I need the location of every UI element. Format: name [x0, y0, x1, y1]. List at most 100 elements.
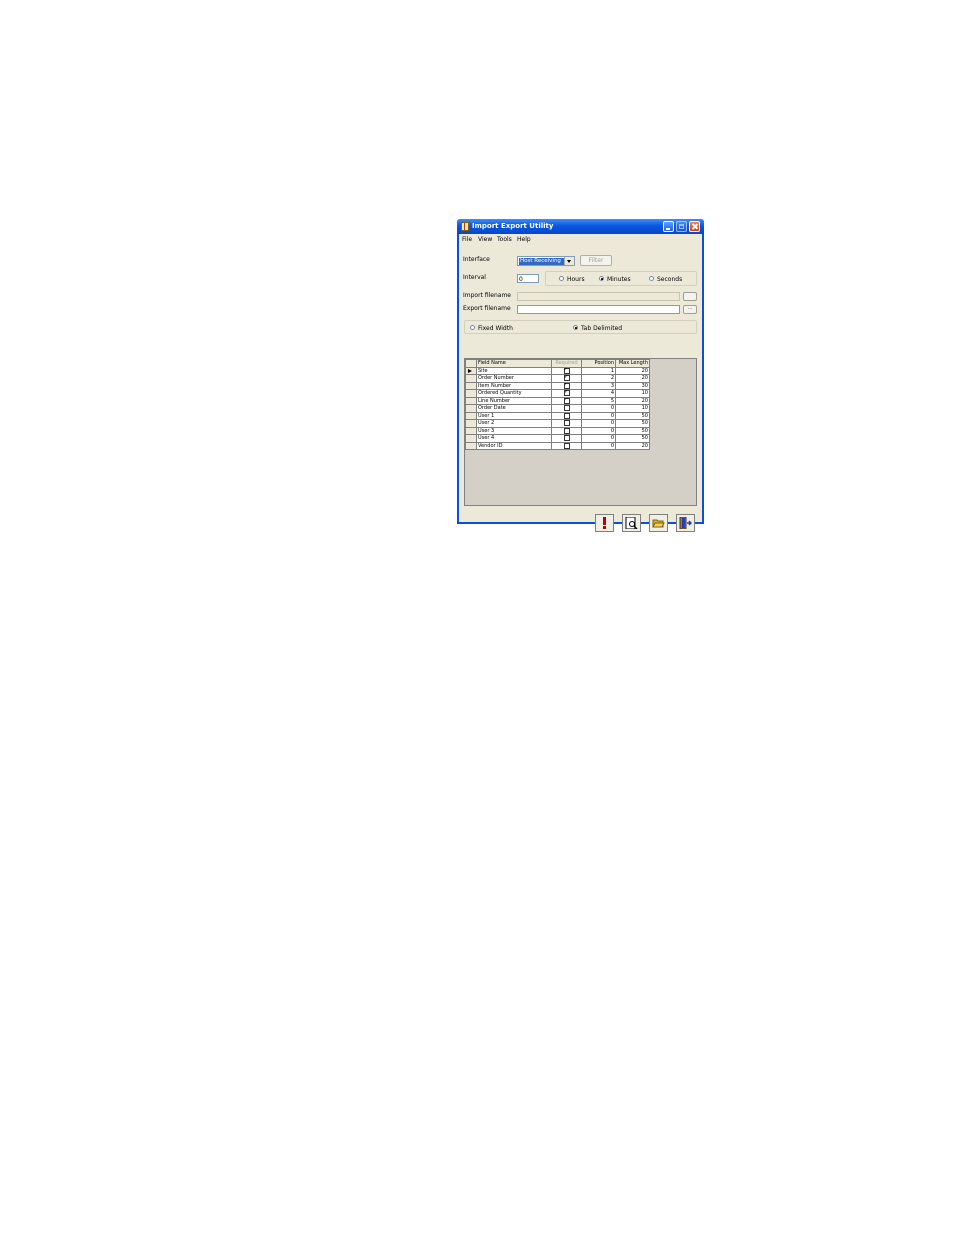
position-cell[interactable]: 1 [581, 366, 616, 375]
menu-tools[interactable]: Tools [497, 236, 512, 243]
import-filename-input[interactable] [517, 292, 680, 301]
required-checkbox[interactable] [563, 367, 570, 374]
required-checkbox[interactable] [563, 412, 570, 419]
table-row[interactable]: Item Number 330 [465, 381, 650, 390]
title-bar[interactable]: Import Export Utility [457, 219, 704, 234]
col-header-field-name[interactable]: Field Name [476, 359, 552, 368]
filter-button[interactable]: Filter [580, 255, 612, 266]
row-selector[interactable] [465, 389, 477, 398]
field-name-cell[interactable]: User 2 [476, 419, 552, 428]
required-checkbox[interactable] [563, 435, 570, 441]
field-name-cell[interactable]: User 3 [476, 426, 552, 435]
max-length-cell[interactable]: 10 [615, 404, 650, 413]
position-cell[interactable]: 4 [581, 389, 616, 398]
required-cell[interactable] [551, 366, 582, 375]
required-cell[interactable] [551, 426, 582, 435]
position-cell[interactable]: 0 [581, 426, 616, 435]
max-length-cell[interactable]: 10 [615, 389, 650, 398]
export-filename-input[interactable] [517, 305, 680, 314]
interval-input[interactable]: 0 [517, 274, 539, 283]
table-row[interactable]: User 4 0 50 [465, 434, 650, 443]
max-length-cell[interactable]: 20 [615, 441, 650, 450]
row-selector[interactable] [465, 441, 477, 450]
required-cell[interactable] [551, 419, 582, 428]
max-length-cell[interactable]: 50 [615, 434, 650, 443]
position-cell[interactable]: 0 [581, 441, 616, 450]
menu-view[interactable]: View [478, 236, 492, 243]
max-length-cell[interactable]: 20 [615, 366, 650, 375]
table-row[interactable]: Order Date 0 10 [465, 404, 650, 413]
row-selector[interactable] [465, 396, 477, 405]
row-selector[interactable] [465, 404, 477, 413]
position-cell[interactable]: 0 [581, 434, 616, 443]
field-name-cell[interactable]: Order Date [476, 404, 552, 413]
max-length-cell[interactable]: 20 [615, 396, 650, 405]
required-checkbox[interactable] [563, 397, 570, 404]
field-name-cell[interactable]: Ordered Quantity [476, 389, 552, 398]
field-name-cell[interactable]: Item Number [476, 381, 552, 390]
required-checkbox[interactable] [563, 382, 570, 389]
preview-button[interactable] [622, 514, 641, 532]
row-selector[interactable] [465, 374, 477, 383]
tab-delimited-radio[interactable] [573, 325, 578, 330]
required-cell[interactable] [551, 434, 582, 443]
required-cell[interactable] [551, 441, 582, 450]
hours-radio[interactable] [559, 276, 564, 281]
exit-button[interactable] [676, 514, 695, 532]
position-cell[interactable]: 0 [581, 404, 616, 413]
minimize-button[interactable] [663, 221, 674, 232]
field-name-cell[interactable]: User 4 [476, 434, 552, 443]
max-length-cell[interactable]: 50 [615, 426, 650, 435]
row-selector[interactable] [465, 411, 477, 420]
max-length-cell[interactable]: 30 [615, 381, 650, 390]
table-row[interactable]: User 3 0 50 [465, 426, 650, 435]
position-cell[interactable]: 3 [581, 381, 616, 390]
interface-dropdown[interactable]: Host Receiving [517, 256, 575, 266]
export-browse-button[interactable]: ... [683, 305, 697, 314]
table-row[interactable]: Site 120 [465, 366, 650, 375]
required-checkbox[interactable] [563, 420, 570, 426]
import-browse-button[interactable] [683, 292, 697, 301]
row-selector[interactable] [465, 434, 477, 443]
required-cell[interactable] [551, 411, 582, 420]
table-row[interactable]: Ordered Quantity 410 [465, 389, 650, 398]
max-length-cell[interactable]: 50 [615, 411, 650, 420]
maximize-button[interactable] [676, 221, 687, 232]
row-selector[interactable] [465, 419, 477, 428]
required-checkbox[interactable] [563, 405, 570, 411]
menu-file[interactable]: File [462, 236, 472, 243]
table-row[interactable]: User 1 0 50 [465, 411, 650, 420]
seconds-radio[interactable] [649, 276, 654, 281]
table-row[interactable]: User 2 0 50 [465, 419, 650, 428]
required-cell[interactable] [551, 389, 582, 398]
row-selector[interactable] [465, 426, 477, 435]
position-cell[interactable]: 5 [581, 396, 616, 405]
field-name-cell[interactable]: Order Number [476, 374, 552, 383]
run-button[interactable] [595, 514, 614, 532]
field-name-cell[interactable]: Line Number [476, 396, 552, 405]
required-checkbox[interactable] [563, 427, 570, 434]
table-row[interactable]: Order Number 220 [465, 374, 650, 383]
field-name-cell[interactable]: User 1 [476, 411, 552, 420]
required-cell[interactable] [551, 374, 582, 383]
table-row[interactable]: Vendor ID 0 20 [465, 441, 650, 450]
row-selector[interactable] [465, 381, 477, 390]
required-checkbox[interactable] [563, 375, 570, 381]
row-selector[interactable] [465, 366, 477, 375]
required-cell[interactable] [551, 404, 582, 413]
required-cell[interactable] [551, 381, 582, 390]
required-cell[interactable] [551, 396, 582, 405]
max-length-cell[interactable]: 20 [615, 374, 650, 383]
position-cell[interactable]: 0 [581, 411, 616, 420]
minutes-radio[interactable] [599, 276, 604, 281]
menu-help[interactable]: Help [517, 236, 531, 243]
col-header-required[interactable]: Required [551, 359, 582, 368]
fixed-width-radio[interactable] [470, 325, 475, 330]
open-folder-button[interactable] [649, 514, 668, 532]
col-header-max-length[interactable]: Max Length [615, 359, 650, 368]
required-checkbox[interactable] [563, 442, 570, 449]
close-button[interactable] [689, 221, 700, 232]
position-cell[interactable]: 2 [581, 374, 616, 383]
field-name-cell[interactable]: Site [476, 366, 552, 375]
chevron-down-icon[interactable] [564, 257, 574, 265]
